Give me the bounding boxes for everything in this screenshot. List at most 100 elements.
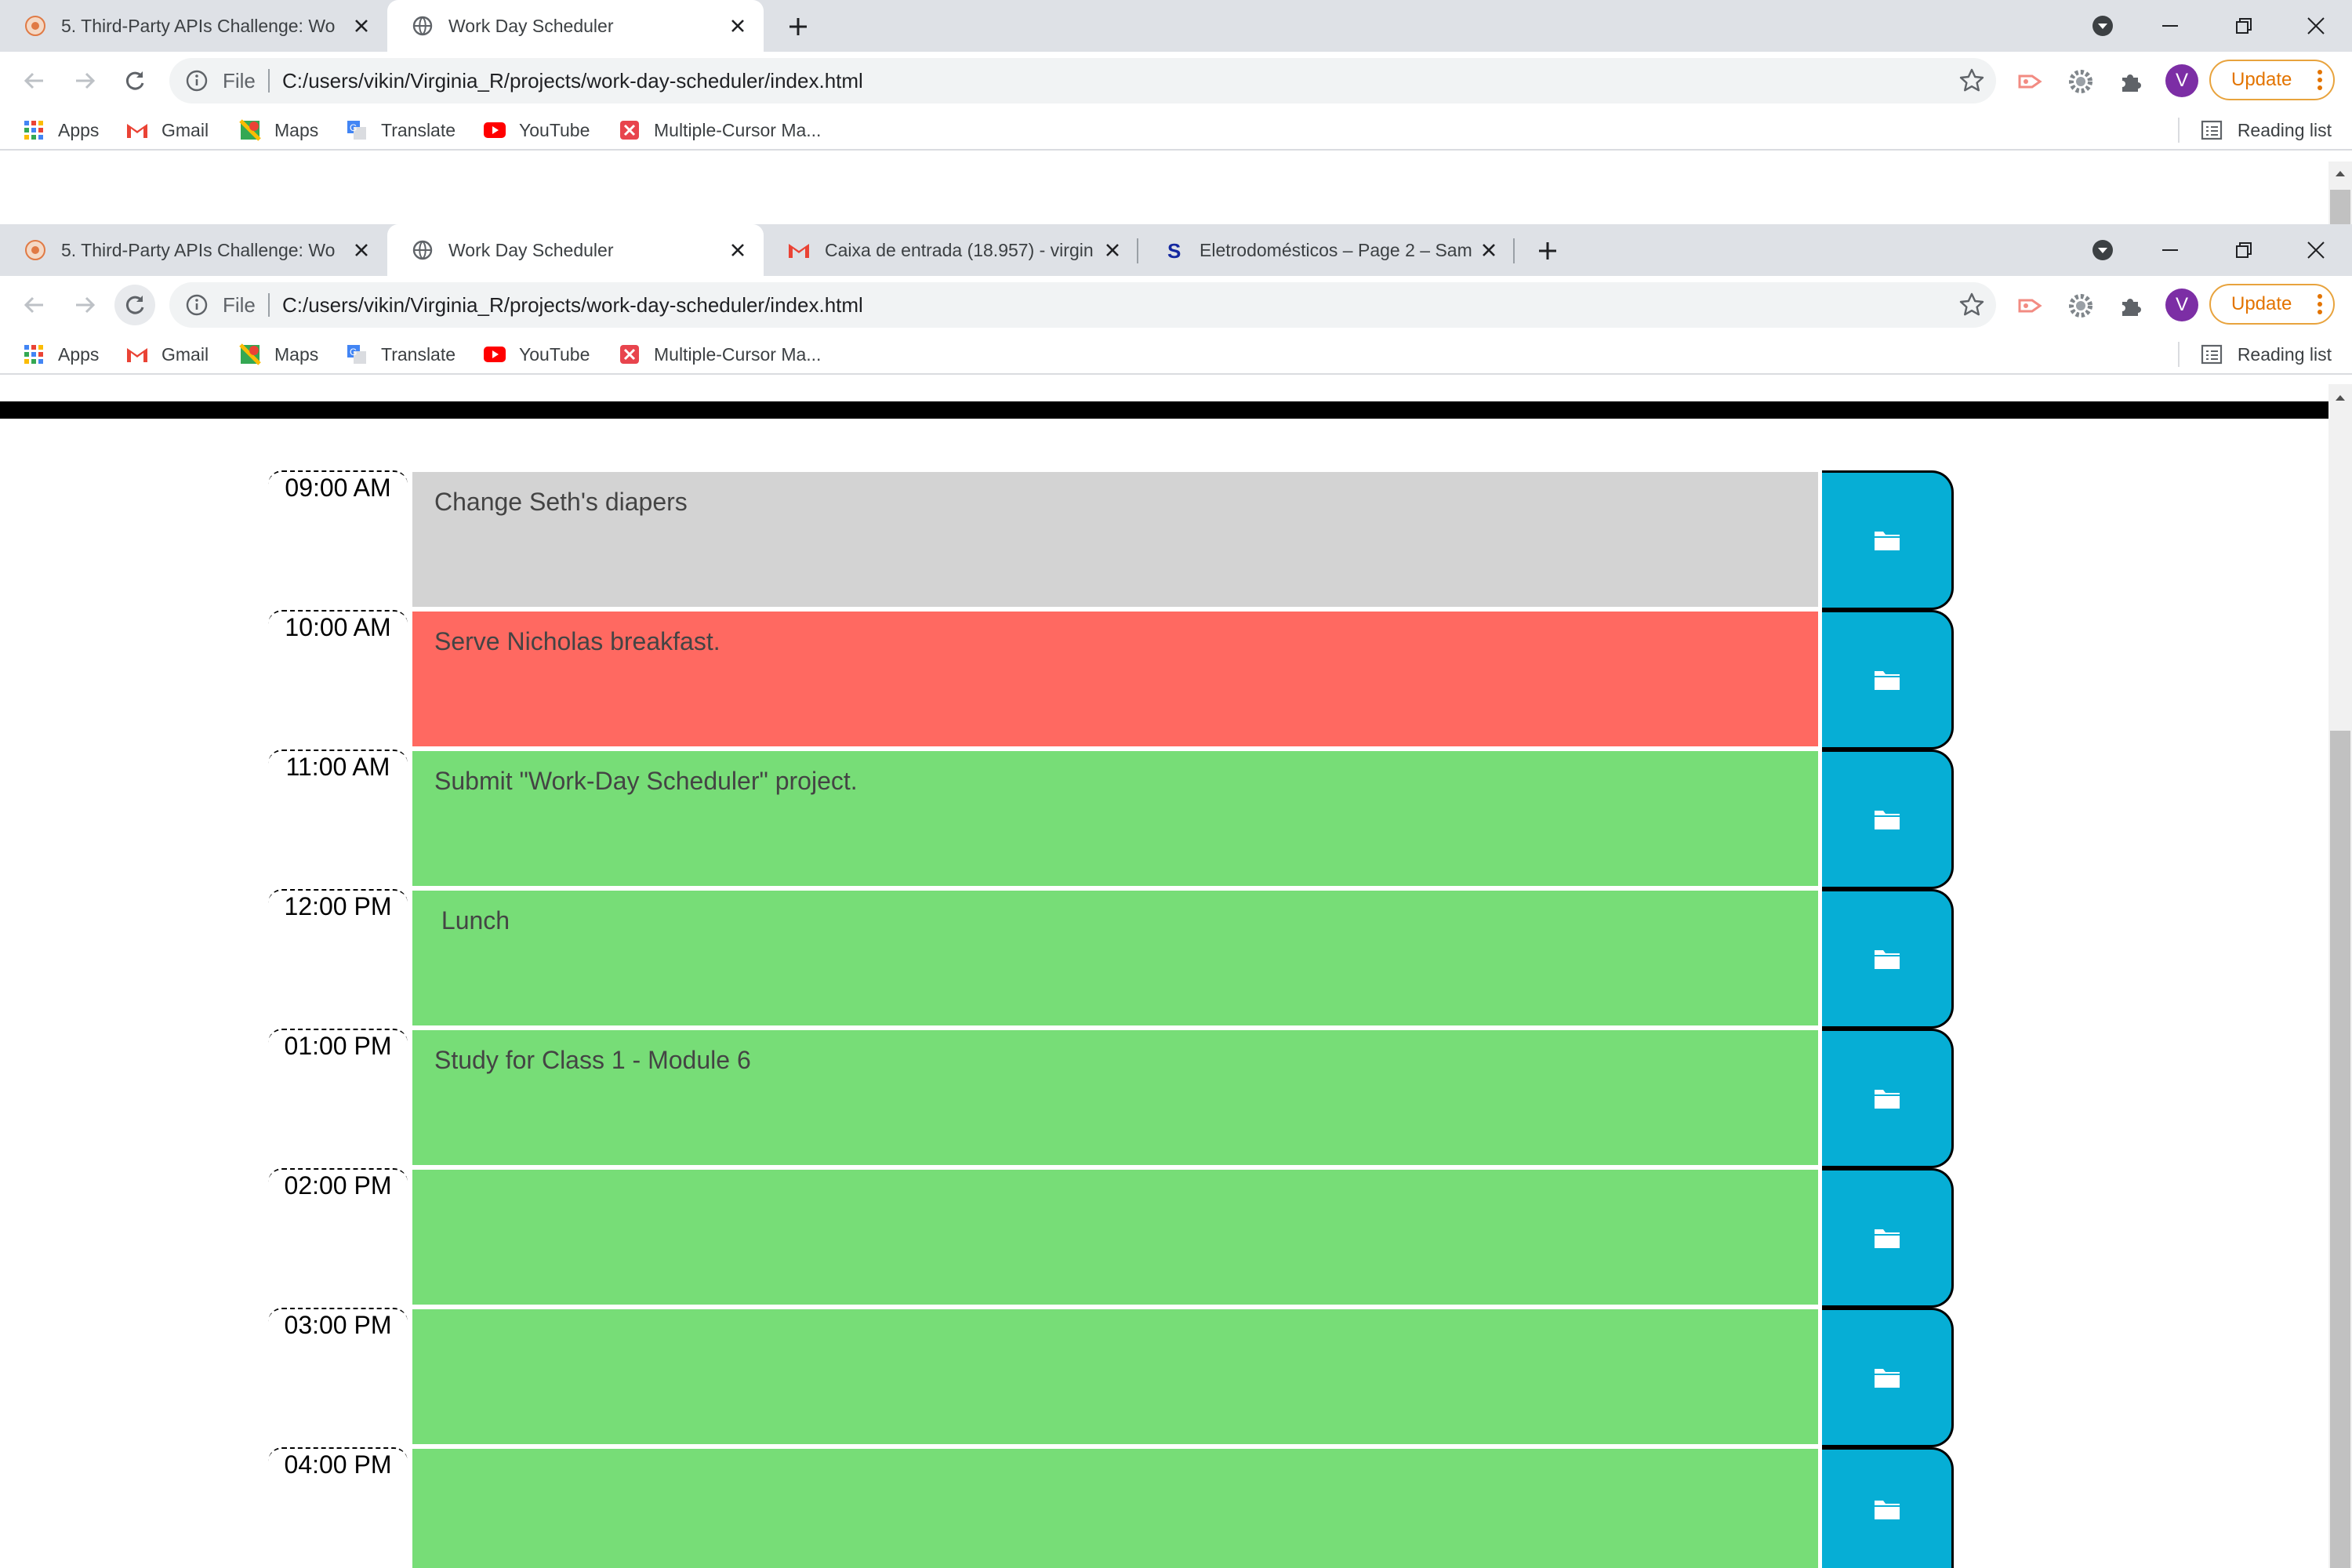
tab-search-button[interactable] [2071,224,2134,276]
tab-search-button[interactable] [2071,0,2134,52]
description-textarea[interactable] [411,1168,1820,1306]
reload-button[interactable] [114,60,155,101]
browser-window-back: 5. Third-Party APIs Challenge: Wo Work D… [0,0,2352,162]
reading-list-button[interactable]: Reading list [2177,117,2332,143]
forward-button[interactable] [64,60,105,101]
description-textarea[interactable] [411,1308,1820,1446]
tab-work-day-scheduler[interactable]: Work Day Scheduler [387,224,764,276]
scroll-up-arrow-icon[interactable] [2333,166,2347,180]
forward-button[interactable] [64,285,105,325]
new-tab-button[interactable] [1530,234,1565,268]
scroll-up-arrow-icon[interactable] [2333,390,2347,405]
hour-label: 02:00 PM [268,1168,408,1308]
scrollbar-thumb[interactable] [2330,731,2350,1568]
apps-grid-icon [22,118,45,142]
bookmark-multiple-cursor[interactable]: Multiple-Cursor Ma... [618,341,821,368]
star-icon[interactable] [1958,67,1985,94]
close-window-button[interactable] [2285,0,2347,52]
description-textarea[interactable]: Study for Class 1 - Module 6 [411,1029,1820,1167]
minimize-button[interactable] [2139,0,2201,52]
close-window-button[interactable] [2285,224,2347,276]
bookmark-maps[interactable]: Maps [238,341,318,368]
extension-arrow-icon[interactable] [2015,66,2046,97]
description-textarea[interactable]: Serve Nicholas breakfast. [411,610,1820,748]
svg-text:S: S [1167,239,1181,261]
restore-button[interactable] [2212,0,2275,52]
tab-work-day-scheduler[interactable]: Work Day Scheduler [387,0,764,52]
scheme-label: File [223,69,256,93]
bookmark-translate[interactable]: G Translate [345,341,456,368]
address-bar[interactable]: File C:/users/vikin/Virginia_R/projects/… [169,58,1996,103]
url-text[interactable]: C:/users/vikin/Virginia_R/projects/work-… [282,69,863,93]
bookmark-apps[interactable]: Apps [22,341,99,368]
hour-label: 10:00 AM [268,610,408,750]
reload-button[interactable] [114,285,155,325]
scrollbar-page[interactable] [2328,384,2352,1568]
bookmark-label: Gmail [162,119,209,140]
gear-icon[interactable] [2065,66,2096,97]
scrollbar-thumb[interactable] [2330,190,2350,224]
tab-title: Caixa de entrada (18.957) - virgin [825,239,1094,260]
bookmark-gmail[interactable]: Gmail [125,117,209,143]
update-button[interactable]: Update [2209,60,2335,100]
save-button[interactable] [1822,1029,1954,1168]
bookmark-divider [2177,342,2180,367]
bookmark-youtube[interactable]: YouTube [483,341,590,368]
bookmark-youtube[interactable]: YouTube [483,117,590,143]
bookmark-label: Apps [58,343,100,365]
star-icon[interactable] [1958,292,1985,318]
back-button[interactable] [14,285,55,325]
minimize-button[interactable] [2139,224,2201,276]
tab-eletrodomesticos[interactable]: S Eletrodomésticos – Page 2 – Sam [1138,224,1515,276]
close-icon[interactable] [1101,238,1124,262]
url-text[interactable]: C:/users/vikin/Virginia_R/projects/work-… [282,293,863,318]
save-button[interactable] [1822,1308,1954,1447]
folder-icon [1874,1500,1900,1519]
save-button[interactable] [1822,889,1954,1029]
close-icon[interactable] [726,14,750,38]
bookmark-maps[interactable]: Maps [238,117,318,143]
gear-icon[interactable] [2065,290,2096,321]
address-bar[interactable]: File C:/users/vikin/Virginia_R/projects/… [169,282,1996,328]
reading-list-button[interactable]: Reading list [2177,341,2332,368]
close-icon[interactable] [350,238,373,262]
description-textarea[interactable]: Change Seth's diapers [411,470,1820,608]
reading-list-icon [2201,120,2222,140]
avatar[interactable]: V [2165,64,2198,97]
bookmark-gmail[interactable]: Gmail [125,341,209,368]
close-icon[interactable] [1477,238,1501,262]
page-header-bar [0,401,2328,419]
save-button[interactable] [1822,470,1954,610]
tab-challenge[interactable]: 5. Third-Party APIs Challenge: Wo [0,0,387,52]
omnibox-divider [268,293,270,317]
description-textarea[interactable]: Submit "Work-Day Scheduler" project. [411,750,1820,887]
back-button[interactable] [14,60,55,101]
info-icon[interactable] [185,293,209,317]
new-tab-button[interactable] [781,9,815,44]
browser-window-front: 5. Third-Party APIs Challenge: Wo Work D… [0,224,2352,386]
bookmark-translate[interactable]: G Translate [345,117,456,143]
bookmark-label: Multiple-Cursor Ma... [654,343,822,365]
description-textarea[interactable] [411,1447,1820,1568]
description-textarea[interactable]: Lunch [411,889,1820,1027]
tab-challenge[interactable]: 5. Third-Party APIs Challenge: Wo [0,224,387,276]
update-button[interactable]: Update [2209,284,2335,325]
puzzle-icon[interactable] [2115,66,2147,97]
close-icon[interactable] [726,238,750,262]
close-icon[interactable] [350,14,373,38]
save-button[interactable] [1822,1168,1954,1308]
bookmark-apps[interactable]: Apps [22,117,99,143]
puzzle-icon[interactable] [2115,290,2147,321]
tab-gmail-inbox[interactable]: Caixa de entrada (18.957) - virgin [764,224,1138,276]
avatar[interactable]: V [2165,289,2198,321]
hour-label: 04:00 PM [268,1447,408,1568]
extension-arrow-icon[interactable] [2015,290,2046,321]
save-button[interactable] [1822,610,1954,750]
save-button[interactable] [1822,1447,1954,1568]
folder-icon [1874,811,1900,829]
save-button[interactable] [1822,750,1954,889]
info-icon[interactable] [185,69,209,93]
restore-button[interactable] [2212,224,2275,276]
youtube-icon [483,118,506,142]
bookmark-multiple-cursor[interactable]: Multiple-Cursor Ma... [618,117,821,143]
